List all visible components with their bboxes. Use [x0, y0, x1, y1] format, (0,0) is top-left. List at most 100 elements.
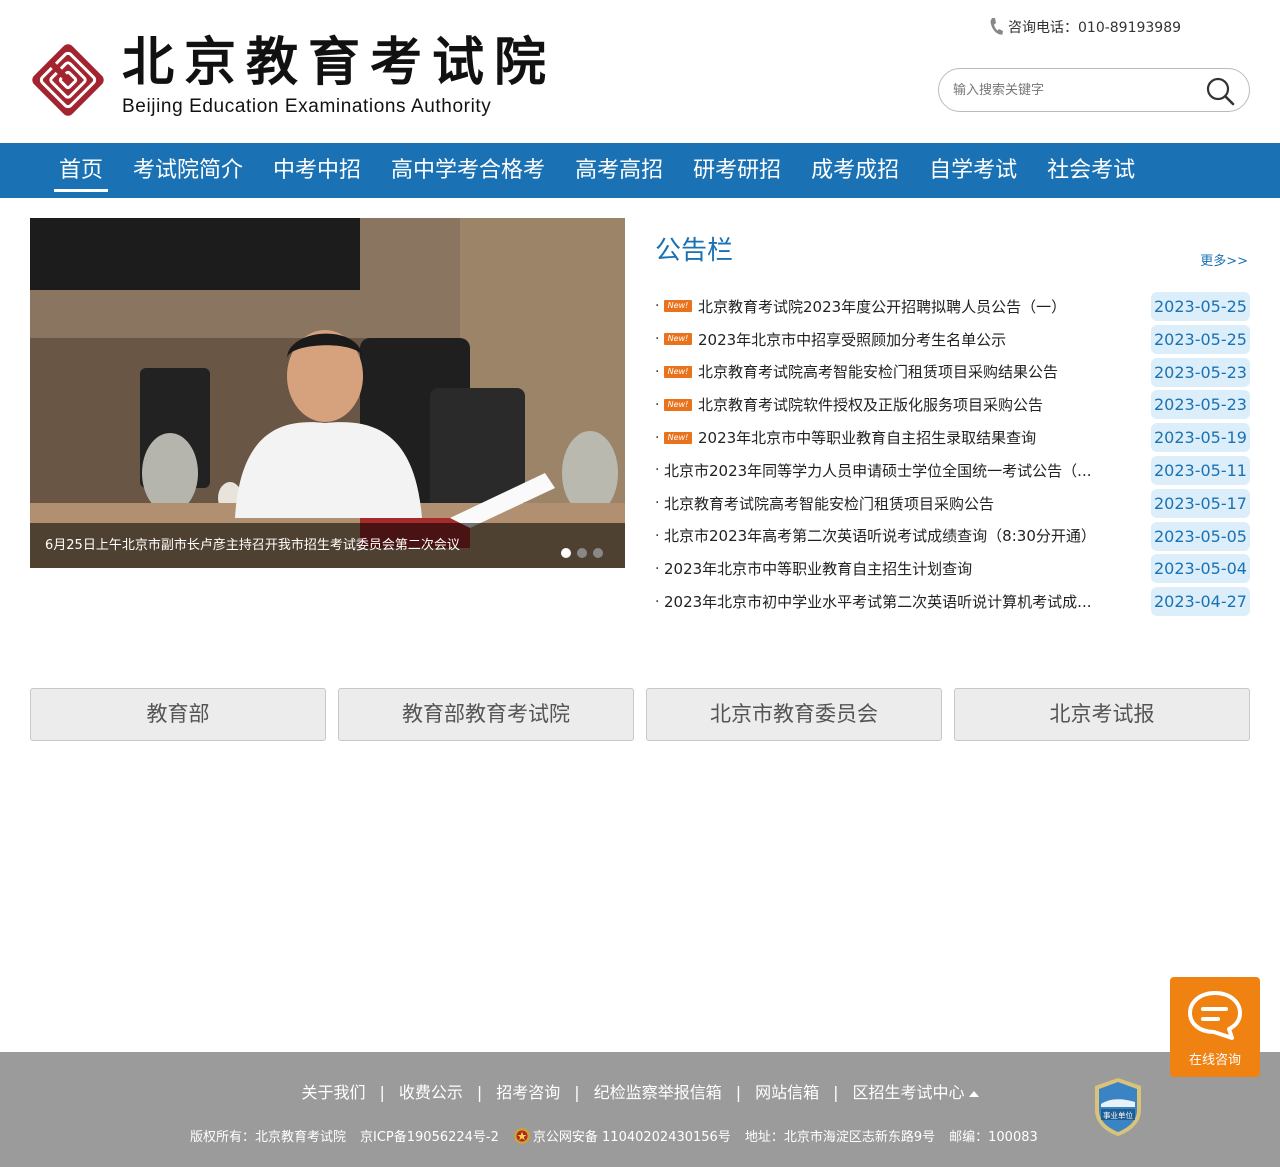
new-badge: New! [664, 431, 692, 444]
footer-link-separator: | [735, 1083, 742, 1102]
gov-unit-badge-icon[interactable]: 事业单位 [1092, 1076, 1144, 1138]
online-chat-button[interactable]: 在线咨询 [1170, 977, 1260, 1077]
notice-item-title[interactable]: 北京教育考试院2023年度公开招聘拟聘人员公告（一） [698, 296, 1066, 317]
notice-item-date: 2023-05-11 [1151, 455, 1250, 485]
notice-item-title[interactable]: 北京教育考试院软件授权及正版化服务项目采购公告 [698, 394, 1043, 415]
related-link-button[interactable]: 北京考试报 [954, 688, 1250, 741]
site-logo[interactable]: 北京教育考试院 Beijing Education Examinations A… [28, 32, 556, 122]
notice-item[interactable]: · 2023年北京市初中学业水平考试第二次英语听说计算机考试成... 2023-04… [655, 585, 1250, 618]
slide-dot[interactable] [577, 548, 587, 558]
nav-item-2[interactable]: 中考中招 [258, 143, 376, 198]
notice-item-date: 2023-05-25 [1151, 324, 1250, 354]
logo-chinese-name: 北京教育考试院 [122, 32, 557, 93]
nav-item-1[interactable]: 考试院简介 [118, 143, 258, 198]
notice-item-title[interactable]: 2023年北京市中等职业教育自主招生录取结果查询 [698, 427, 1036, 448]
notice-bullet: · [655, 429, 660, 446]
nav-item-5[interactable]: 研考研招 [678, 143, 796, 198]
notice-item-date: 2023-05-05 [1151, 521, 1250, 551]
footer-links: 关于我们 | 收费公示 | 招考咨询 | 纪检监察举报信箱 | 网站信箱 | 区招生考试中心 [0, 1079, 1280, 1103]
notice-item-title[interactable]: 北京市2023年高考第二次英语听说考试成绩查询（8:30分开通） [664, 525, 1096, 546]
search-box [938, 68, 1250, 112]
footer-link-separator: | [379, 1083, 385, 1102]
notice-item-title[interactable]: 北京教育考试院高考智能安检门租赁项目采购公告 [664, 493, 994, 514]
banner-slideshow[interactable]: 6月25日上午北京市副市长卢彦主持召开我市招生考试委员会第二次会议 [30, 218, 625, 568]
notice-item-title[interactable]: 北京教育考试院高考智能安检门租赁项目采购结果公告 [698, 361, 1058, 382]
nav-item-8[interactable]: 社会考试 [1032, 143, 1150, 198]
notice-item[interactable]: · 2023年北京市中等职业教育自主招生计划查询 2023-05-04 [655, 552, 1250, 585]
notice-item[interactable]: · New! 2023年北京市中招享受照顾加分考生名单公示 2023-05-25 [655, 323, 1250, 356]
notice-item-date: 2023-05-17 [1151, 488, 1250, 518]
slide-dot[interactable] [593, 548, 603, 558]
nav-item-3[interactable]: 高中学考合格考 [376, 143, 560, 198]
footer-copyright: 版权所有：北京教育考试院 [190, 1130, 347, 1145]
site-header: 北京教育考试院 Beijing Education Examinations A… [0, 0, 1280, 143]
hotline-text: 咨询电话：010-89193989 [1008, 20, 1182, 36]
footer-info: 版权所有：北京教育考试院 京ICP备19056224号-2 京公网安备 1104… [190, 1126, 1052, 1145]
nav-item-7[interactable]: 自学考试 [914, 143, 1032, 198]
notice-item[interactable]: · New! 2023年北京市中等职业教育自主招生录取结果查询 2023-05-19 [655, 421, 1250, 454]
banner-caption: 6月25日上午北京市副市长卢彦主持召开我市招生考试委员会第二次会议 [30, 523, 625, 568]
related-links: 教育部 教育部教育考试院 北京市教育委员会 北京考试报 [30, 688, 1250, 741]
hotline: 咨询电话：010-89193989 [988, 17, 1181, 37]
footer-link[interactable]: 招考咨询 [496, 1083, 560, 1102]
notice-more-link[interactable]: 更多>> [1200, 250, 1248, 269]
footer-link-separator: | [833, 1083, 839, 1102]
logo-emblem-icon [32, 44, 104, 116]
chat-bubble-icon [1188, 991, 1242, 1040]
footer-link-separator: | [476, 1083, 483, 1102]
main-nav: 首页 考试院简介 中考中招 高中学考合格考 高考高招 研考研招 成考成招 自学考试 社会考试 [0, 143, 1280, 198]
gov-badge-text: 事业单位 [1103, 1110, 1133, 1120]
notice-bullet: · [655, 495, 660, 512]
slide-dot[interactable] [561, 548, 571, 558]
notice-item[interactable]: · New! 北京教育考试院2023年度公开招聘拟聘人员公告（一） 2023-05-2… [655, 290, 1250, 323]
notice-item-date: 2023-05-23 [1151, 390, 1250, 420]
related-link-button[interactable]: 北京市教育委员会 [646, 688, 942, 741]
notice-item[interactable]: · 北京市2023年高考第二次英语听说考试成绩查询（8:30分开通） 2023-05… [655, 520, 1250, 553]
notice-item-date: 2023-05-23 [1151, 357, 1250, 387]
notice-item[interactable]: · 北京教育考试院高考智能安检门租赁项目采购公告 2023-05-17 [655, 487, 1250, 520]
logo-english-name: Beijing Education Examinations Authority [122, 96, 492, 117]
notice-item[interactable]: · 北京市2023年同等学力人员申请硕士学位全国统一考试公告（... 2023-05… [655, 454, 1250, 487]
footer-icp-link[interactable]: 京ICP备19056224号-2 [360, 1126, 499, 1145]
notice-item-title[interactable]: 2023年北京市中等职业教育自主招生计划查询 [664, 558, 972, 579]
notice-item-title[interactable]: 2023年北京市初中学业水平考试第二次英语听说计算机考试成... [664, 591, 1091, 612]
notice-item-date: 2023-05-19 [1151, 423, 1250, 453]
notice-item-title[interactable]: 北京市2023年同等学力人员申请硕士学位全国统一考试公告（... [664, 460, 1091, 481]
nav-item-0[interactable]: 首页 [44, 143, 118, 198]
notice-bullet: · [655, 560, 660, 577]
new-badge: New! [664, 333, 692, 346]
footer-police-link[interactable]: 京公网安备 11040202430156号 [533, 1126, 731, 1145]
footer-link[interactable]: 网站信箱 [755, 1083, 819, 1102]
notice-bullet: · [655, 298, 660, 315]
nav-item-4[interactable]: 高考高招 [560, 143, 678, 198]
new-badge: New! [664, 365, 692, 378]
notice-item-date: 2023-05-25 [1151, 292, 1250, 321]
footer-link[interactable]: 区招生考试中心 [853, 1083, 965, 1102]
notice-list: · New! 北京教育考试院2023年度公开招聘拟聘人员公告（一） 2023-05-2… [655, 290, 1250, 618]
footer-link[interactable]: 收费公示 [399, 1083, 463, 1102]
related-link-button[interactable]: 教育部 [30, 688, 326, 741]
notice-bullet: · [655, 527, 660, 544]
expand-up-icon[interactable] [968, 1090, 979, 1097]
footer-link[interactable]: 关于我们 [301, 1083, 365, 1102]
notice-bullet: · [655, 363, 660, 380]
notice-item-date: 2023-05-04 [1151, 554, 1250, 584]
related-link-button[interactable]: 教育部教育考试院 [338, 688, 634, 741]
footer-link[interactable]: 纪检监察举报信箱 [594, 1083, 722, 1102]
footer-link-separator: | [574, 1083, 580, 1102]
search-input[interactable] [953, 79, 1193, 101]
phone-icon [990, 18, 1003, 35]
notice-bullet: · [655, 593, 660, 610]
notice-board: 公告栏 更多>> · New! 北京教育考试院2023年度公开招聘拟聘人员公告（一）… [655, 218, 1250, 617]
site-footer: 关于我们 | 收费公示 | 招考咨询 | 纪检监察举报信箱 | 网站信箱 | 区招生考试中心 版权所… [0, 1052, 1280, 1167]
search-icon[interactable] [1205, 76, 1235, 106]
footer-postcode: 邮编：100083 [949, 1130, 1038, 1145]
nav-item-6[interactable]: 成考成招 [796, 143, 914, 198]
notice-bullet: · [655, 396, 660, 413]
notice-item[interactable]: · New! 北京教育考试院软件授权及正版化服务项目采购公告 2023-05-23 [655, 388, 1250, 421]
slide-indicators [561, 548, 603, 558]
notice-item-title[interactable]: 2023年北京市中招享受照顾加分考生名单公示 [698, 329, 1006, 350]
new-badge: New! [664, 398, 692, 411]
new-badge: New! [664, 300, 692, 313]
notice-item[interactable]: · New! 北京教育考试院高考智能安检门租赁项目采购结果公告 2023-05-23 [655, 356, 1250, 389]
